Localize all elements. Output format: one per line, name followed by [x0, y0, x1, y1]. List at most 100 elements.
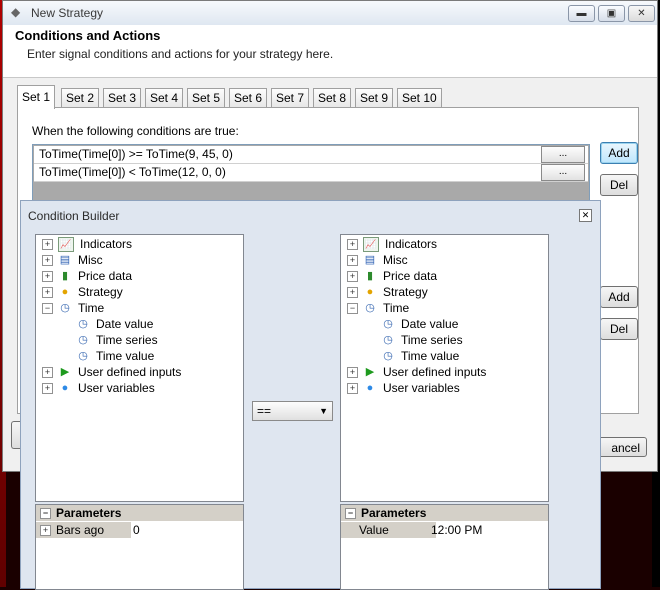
- left-parameter-row[interactable]: + Bars ago 0: [36, 522, 243, 538]
- time-item-icon: ◷: [78, 334, 88, 347]
- right-parameters-grid[interactable]: − Parameters Value 12:00 PM: [340, 504, 549, 590]
- left-parameters-header: − Parameters: [36, 505, 243, 521]
- tree-node[interactable]: + ▶ User defined inputs: [42, 364, 181, 380]
- edit-condition-button[interactable]: ...: [541, 164, 585, 181]
- tab-set-9[interactable]: Set 9: [355, 88, 394, 108]
- indicators-icon: 📈: [58, 237, 74, 253]
- tree-node[interactable]: + ▤ Misc: [347, 252, 486, 268]
- expand-icon[interactable]: +: [42, 367, 53, 379]
- expand-icon[interactable]: +: [40, 525, 51, 537]
- tree-node[interactable]: + ● Strategy: [42, 284, 181, 300]
- close-icon[interactable]: ✕: [579, 209, 592, 222]
- expand-icon[interactable]: +: [42, 239, 53, 251]
- tree-node[interactable]: + ▤ Misc: [42, 252, 181, 268]
- expand-icon[interactable]: +: [347, 287, 358, 299]
- tree-node-label: Date value: [96, 317, 154, 331]
- expand-icon[interactable]: +: [42, 383, 53, 395]
- conditions-list[interactable]: ToTime(Time[0]) >= ToTime(9, 45, 0) ... …: [32, 144, 590, 204]
- tree-node[interactable]: + ▮ Price data: [42, 268, 181, 284]
- tree-node[interactable]: ◷ Time series: [347, 332, 486, 348]
- tree-node-label: Time: [78, 301, 105, 315]
- right-parameters-title: Parameters: [361, 506, 427, 520]
- time-icon: ◷: [365, 302, 375, 315]
- tab-set-10[interactable]: Set 10: [397, 88, 442, 108]
- tree-node-label: User variables: [383, 381, 460, 395]
- left-param-name-cell: + Bars ago: [36, 522, 131, 538]
- tree-node-label: Price data: [78, 269, 133, 283]
- expand-icon[interactable]: +: [347, 383, 358, 395]
- tree-node-label: User variables: [78, 381, 155, 395]
- collapse-icon[interactable]: −: [42, 303, 53, 315]
- expand-icon[interactable]: +: [42, 287, 53, 299]
- time-value-field[interactable]: 12:00 PM: [431, 522, 482, 538]
- tree-node[interactable]: ◷ Time value: [42, 348, 181, 364]
- tree-node[interactable]: + ● User variables: [42, 380, 181, 396]
- tree-node[interactable]: + 📈 Indicators: [347, 236, 486, 253]
- delete-action-button[interactable]: Del: [600, 318, 638, 340]
- condition-row[interactable]: ToTime(Time[0]) < ToTime(12, 0, 0) ...: [34, 164, 588, 182]
- tree-node[interactable]: ◷ Time value: [347, 348, 486, 364]
- tree-node-label: Time value: [401, 349, 460, 363]
- right-expression-tree[interactable]: + 📈 Indicators + ▤ Misc + ▮ Price data + ● Strategy…: [340, 234, 549, 502]
- right-parameter-row[interactable]: Value 12:00 PM: [341, 522, 548, 538]
- collapse-icon[interactable]: −: [40, 508, 51, 520]
- tree-node-label: Time series: [96, 333, 158, 347]
- left-tree-items: + 📈 Indicators + ▤ Misc + ▮ Price data + ● Strategy…: [42, 236, 181, 396]
- tree-node[interactable]: + 📈 Indicators: [42, 236, 181, 253]
- delete-condition-button[interactable]: Del: [600, 174, 638, 196]
- condition-row[interactable]: ToTime(Time[0]) >= ToTime(9, 45, 0) ...: [34, 146, 588, 164]
- time-icon: ◷: [60, 302, 70, 315]
- condition-text: ToTime(Time[0]) < ToTime(12, 0, 0): [39, 165, 226, 179]
- expand-icon[interactable]: +: [347, 271, 358, 283]
- tree-node[interactable]: ◷ Date value: [347, 316, 486, 332]
- tree-node[interactable]: + ▮ Price data: [347, 268, 486, 284]
- tree-node[interactable]: + ● User variables: [347, 380, 486, 396]
- expand-icon[interactable]: +: [42, 255, 53, 267]
- tree-node-label: Misc: [78, 253, 103, 267]
- app-icon: ◆: [11, 5, 21, 19]
- tree-node[interactable]: + ▶ User defined inputs: [347, 364, 486, 380]
- maximize-button[interactable]: ▣: [598, 5, 625, 22]
- tab-set-8[interactable]: Set 8: [313, 88, 352, 108]
- tree-node-label: Time value: [96, 349, 155, 363]
- collapse-icon[interactable]: −: [347, 303, 358, 315]
- tab-set-1[interactable]: Set 1: [17, 85, 56, 109]
- tree-node[interactable]: ◷ Time series: [42, 332, 181, 348]
- operator-select[interactable]: == ▼: [252, 401, 333, 421]
- add-condition-button[interactable]: Add: [600, 142, 638, 164]
- left-parameters-grid[interactable]: − Parameters + Bars ago 0: [35, 504, 244, 590]
- add-action-button[interactable]: Add: [600, 286, 638, 308]
- expand-icon[interactable]: +: [347, 239, 358, 251]
- expand-icon[interactable]: +: [347, 255, 358, 267]
- tree-node-label: Misc: [383, 253, 408, 267]
- time-item-icon: ◷: [78, 318, 88, 331]
- minimize-button[interactable]: ▬: [568, 5, 595, 22]
- bars-ago-value[interactable]: 0: [133, 522, 140, 538]
- title-bar[interactable]: ◆ New Strategy ▬ ▣ ✕: [3, 1, 657, 26]
- tab-set-5[interactable]: Set 5: [187, 88, 226, 108]
- tab-set-3[interactable]: Set 3: [103, 88, 142, 108]
- expand-icon[interactable]: +: [347, 367, 358, 379]
- tree-node[interactable]: − ◷ Time: [42, 300, 181, 316]
- tab-set-4[interactable]: Set 4: [145, 88, 184, 108]
- condition-builder-title: Condition Builder: [28, 209, 120, 223]
- expand-icon[interactable]: +: [42, 271, 53, 283]
- close-button[interactable]: ✕: [628, 5, 655, 22]
- tab-set-2[interactable]: Set 2: [61, 88, 100, 108]
- globe-icon: ●: [366, 382, 374, 395]
- tree-node[interactable]: ◷ Date value: [42, 316, 181, 332]
- tab-set-6[interactable]: Set 6: [229, 88, 268, 108]
- left-expression-tree[interactable]: + 📈 Indicators + ▤ Misc + ▮ Price data + ● Strategy…: [35, 234, 244, 502]
- collapse-icon[interactable]: −: [345, 508, 356, 520]
- misc-icon: ▤: [364, 254, 376, 267]
- price-data-icon: ▮: [366, 270, 374, 283]
- condition-builder-dialog: Condition Builder ✕ + 📈 Indicators + ▤ Misc + ▮…: [20, 200, 601, 590]
- strategy-icon: ●: [366, 286, 374, 299]
- edit-condition-button[interactable]: ...: [541, 146, 585, 163]
- tab-set-7[interactable]: Set 7: [271, 88, 310, 108]
- play-icon: ▶: [60, 366, 70, 379]
- tree-node[interactable]: − ◷ Time: [347, 300, 486, 316]
- tree-node[interactable]: + ● Strategy: [347, 284, 486, 300]
- right-param-name: Value: [359, 523, 389, 537]
- tree-node-label: Date value: [401, 317, 459, 331]
